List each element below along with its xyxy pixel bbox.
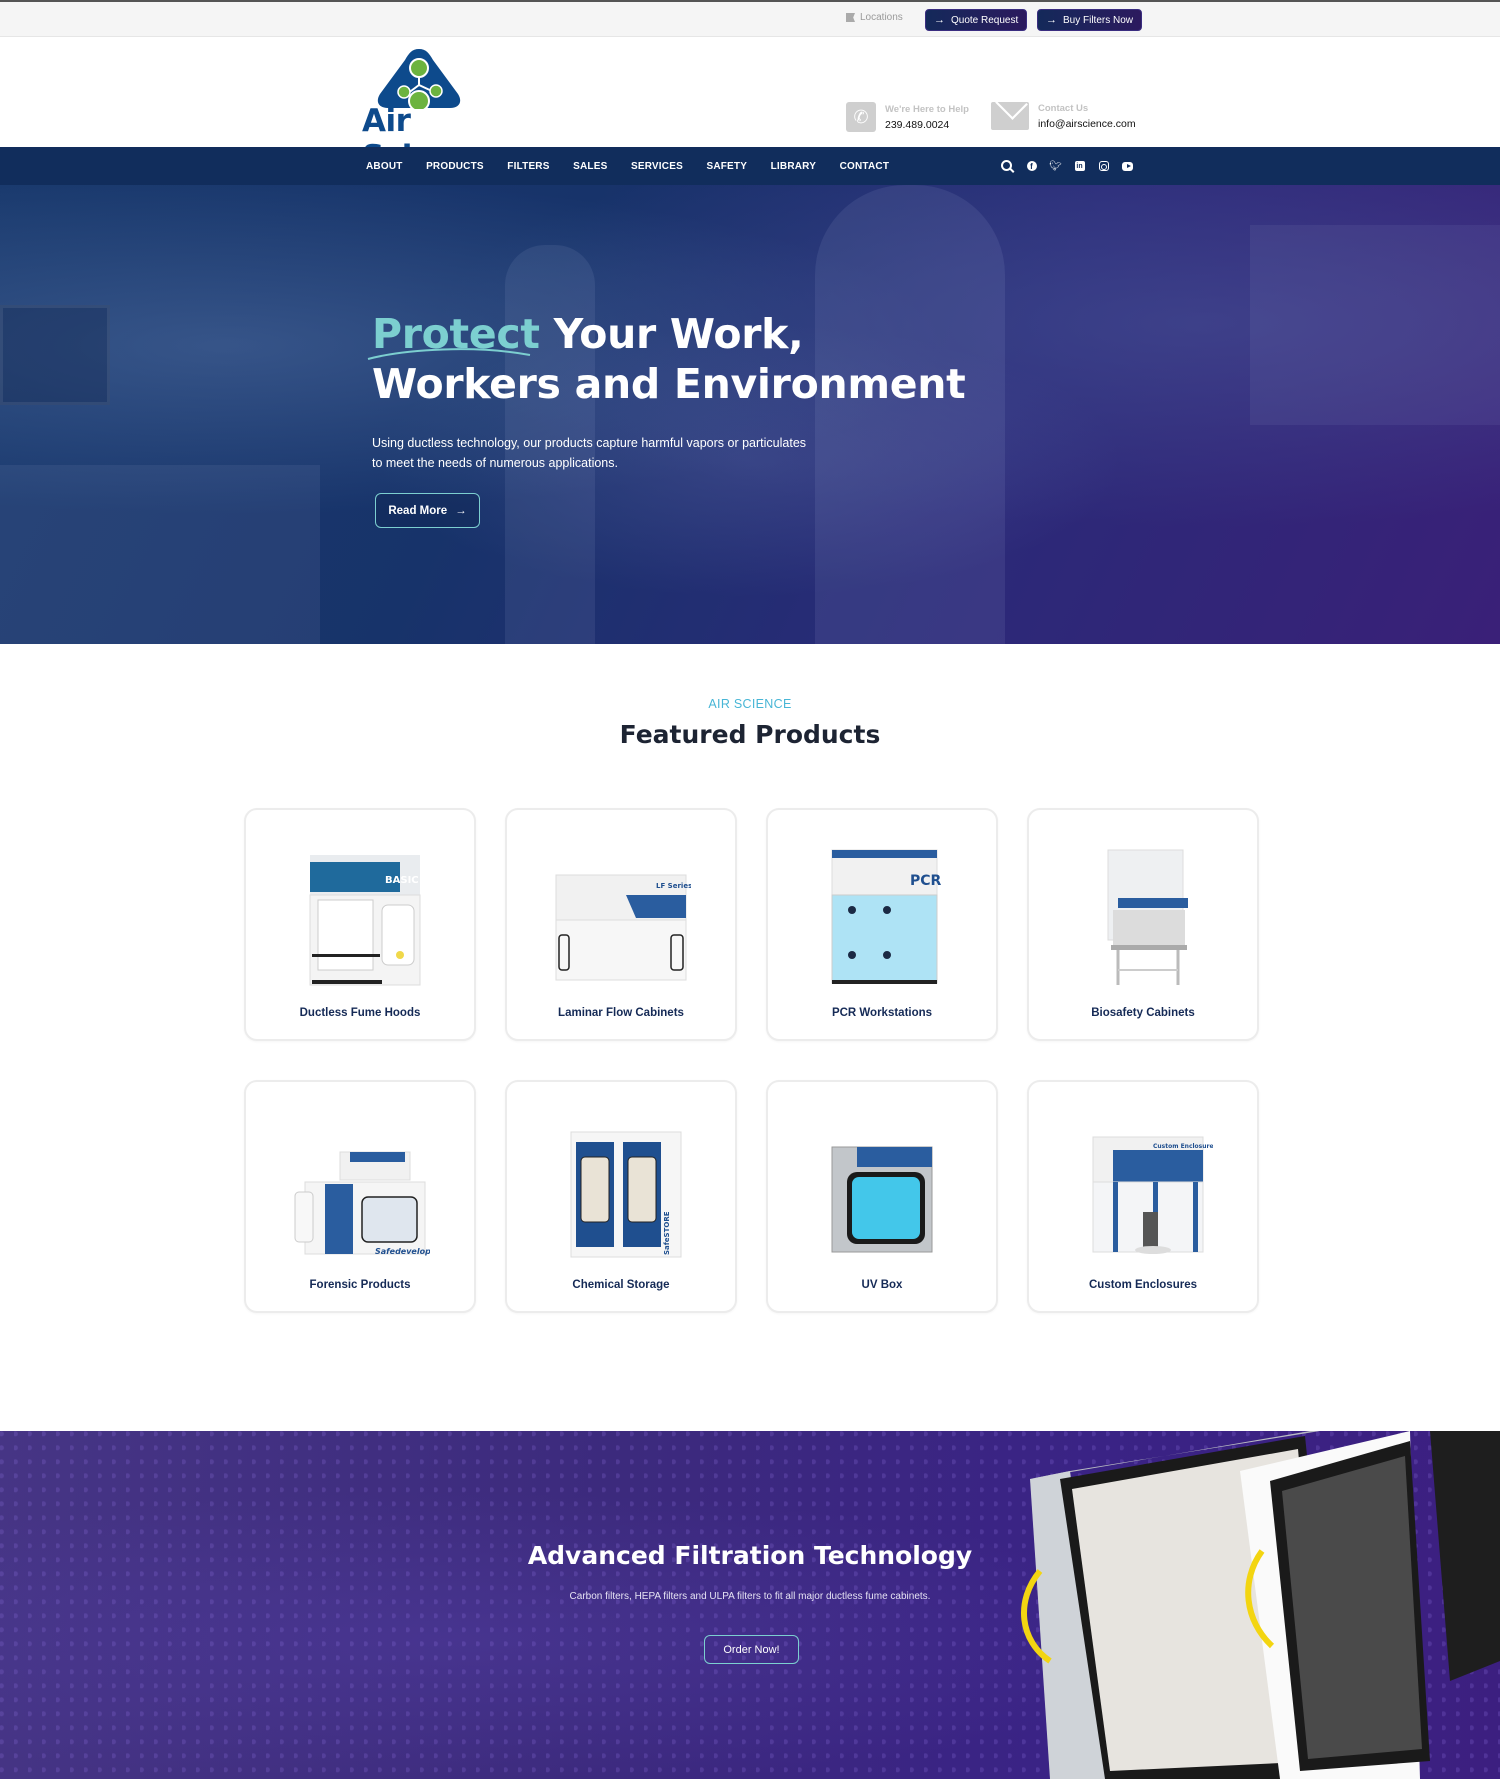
phone-icon: ✆ (846, 102, 876, 132)
laminar-flow-image: LF Series (555, 874, 691, 981)
quote-request-label: Quote Request (951, 14, 1019, 26)
product-card-ductless-fume-hoods[interactable]: BASIC Ductless Fume Hoods (244, 808, 476, 1041)
promo-title: Advanced Filtration Technology (527, 1541, 973, 1570)
nav-item-library[interactable]: LIBRARY (771, 161, 816, 172)
svg-text:Custom Enclosure: Custom Enclosure (1153, 1143, 1213, 1150)
nav-item-filters[interactable]: FILTERS (507, 161, 549, 172)
help-label: We're Here to Help (885, 103, 969, 115)
hero-bg-monitor (0, 305, 110, 405)
youtube-icon[interactable] (1122, 161, 1133, 172)
product-label: UV Box (861, 1279, 903, 1291)
locations-link[interactable]: Locations (846, 12, 903, 23)
svg-text:PCR: PCR (910, 873, 942, 889)
svg-text:LF Series: LF Series (656, 882, 691, 890)
nav-item-safety[interactable]: SAFETY (706, 161, 747, 172)
svg-text:SafeSTORE: SafeSTORE (663, 1211, 671, 1255)
nav-item-sales[interactable]: SALES (573, 161, 607, 172)
arrow-right-icon: → (1046, 14, 1057, 26)
main-nav: ABOUT PRODUCTS FILTERS SALES SERVICES SA… (0, 147, 1500, 185)
hero-bg-equipment (1250, 225, 1500, 425)
hero-subtitle-line1: Using ductless technology, our products … (372, 436, 807, 450)
nav-item-services[interactable]: SERVICES (631, 161, 683, 172)
product-card-chemical-storage[interactable]: SafeSTORE Chemical Storage (505, 1080, 737, 1313)
linkedin-icon[interactable]: in (1074, 161, 1085, 172)
email-address[interactable]: info@airscience.com (1038, 118, 1136, 130)
flag-icon (846, 13, 855, 22)
product-card-custom-enclosures[interactable]: Custom Enclosure Custom Enclosures (1027, 1080, 1259, 1313)
twitter-icon[interactable]: 🐦︎ (1049, 161, 1062, 172)
product-card-pcr-workstations[interactable]: PCR PCR Workstations (766, 808, 998, 1041)
forensic-products-image: Safedevelop (294, 1151, 430, 1256)
email-contact[interactable]: Contact Us info@airscience.com (991, 102, 1136, 130)
instagram-icon[interactable] (1098, 161, 1109, 172)
nav-item-about[interactable]: ABOUT (366, 161, 403, 172)
arrow-right-icon: → (934, 14, 945, 26)
product-card-forensic-products[interactable]: Safedevelop Forensic Products (244, 1080, 476, 1313)
uv-box-image (831, 1146, 933, 1253)
hero-bg-scientist (815, 185, 1005, 644)
read-more-button[interactable]: Read More → (375, 493, 480, 528)
filters-image (1021, 1431, 1500, 1779)
order-now-button[interactable]: Order Now! (704, 1635, 799, 1664)
utility-bar: Locations → Quote Request → Buy Filters … (0, 0, 1500, 37)
read-more-label: Read More (388, 504, 448, 517)
hero-subtitle-line2: to meet the needs of numerous applicatio… (372, 456, 618, 470)
product-card-biosafety-cabinets[interactable]: Biosafety Cabinets (1027, 808, 1259, 1041)
hero-title-line1: Your Work, (539, 310, 804, 358)
phone-contact[interactable]: ✆ We're Here to Help 239.489.0024 (846, 102, 969, 132)
custom-enclosure-image: Custom Enclosure (1092, 1136, 1213, 1254)
product-label: Biosafety Cabinets (1091, 1007, 1195, 1019)
product-label: Laminar Flow Cabinets (558, 1007, 684, 1019)
logo-mark-icon (377, 49, 461, 109)
pcr-workstation-image: PCR (831, 849, 942, 984)
hero-subtitle: Using ductless technology, our products … (372, 433, 852, 473)
product-card-laminar-flow-cabinets[interactable]: LF Series Laminar Flow Cabinets (505, 808, 737, 1041)
underline-swoosh (367, 348, 531, 360)
product-label: PCR Workstations (831, 1007, 933, 1019)
order-now-label: Order Now! (723, 1643, 780, 1656)
product-label: Chemical Storage (572, 1279, 670, 1291)
nav-item-products[interactable]: PRODUCTS (426, 161, 484, 172)
search-icon[interactable] (1002, 161, 1013, 172)
locations-label: Locations (860, 12, 903, 23)
site-header: Air Science® ✆ We're Here to Help 239.48… (0, 37, 1500, 175)
svg-text:BASIC: BASIC (385, 875, 419, 886)
product-label: Forensic Products (309, 1279, 411, 1291)
biosafety-cabinet-image (1107, 849, 1188, 985)
promo-subtitle: Carbon filters, HEPA filters and ULPA fi… (569, 1591, 931, 1602)
arrow-right-icon: → (455, 504, 467, 517)
contact-label: Contact Us (1038, 102, 1089, 114)
product-label: Custom Enclosures (1089, 1279, 1197, 1291)
envelope-icon (991, 102, 1029, 130)
product-card-uv-box[interactable]: UV Box (766, 1080, 998, 1313)
buy-filters-label: Buy Filters Now (1063, 14, 1134, 26)
filtration-promo: Advanced Filtration Technology Carbon fi… (0, 1431, 1500, 1779)
buy-filters-button[interactable]: → Buy Filters Now (1037, 9, 1143, 31)
nav-item-contact[interactable]: CONTACT (840, 161, 890, 172)
hero-banner: Protect Your Work, Workers and Environme… (0, 185, 1500, 644)
fume-hood-image: BASIC (309, 855, 421, 986)
facebook-icon[interactable]: f (1026, 161, 1037, 172)
product-label: Ductless Fume Hoods (299, 1007, 421, 1019)
logo[interactable]: Air Science® (362, 47, 522, 175)
svg-text:Safedevelop: Safedevelop (375, 1247, 430, 1256)
hero-bg-bench (0, 465, 320, 644)
hero-title-line2: Workers and Environment (372, 360, 966, 408)
quote-request-button[interactable]: → Quote Request (925, 9, 1028, 31)
phone-number[interactable]: 239.489.0024 (885, 119, 969, 131)
chemical-storage-image: SafeSTORE (570, 1131, 682, 1258)
section-title: Featured Products (619, 720, 881, 749)
section-eyebrow: AIR SCIENCE (708, 697, 792, 711)
